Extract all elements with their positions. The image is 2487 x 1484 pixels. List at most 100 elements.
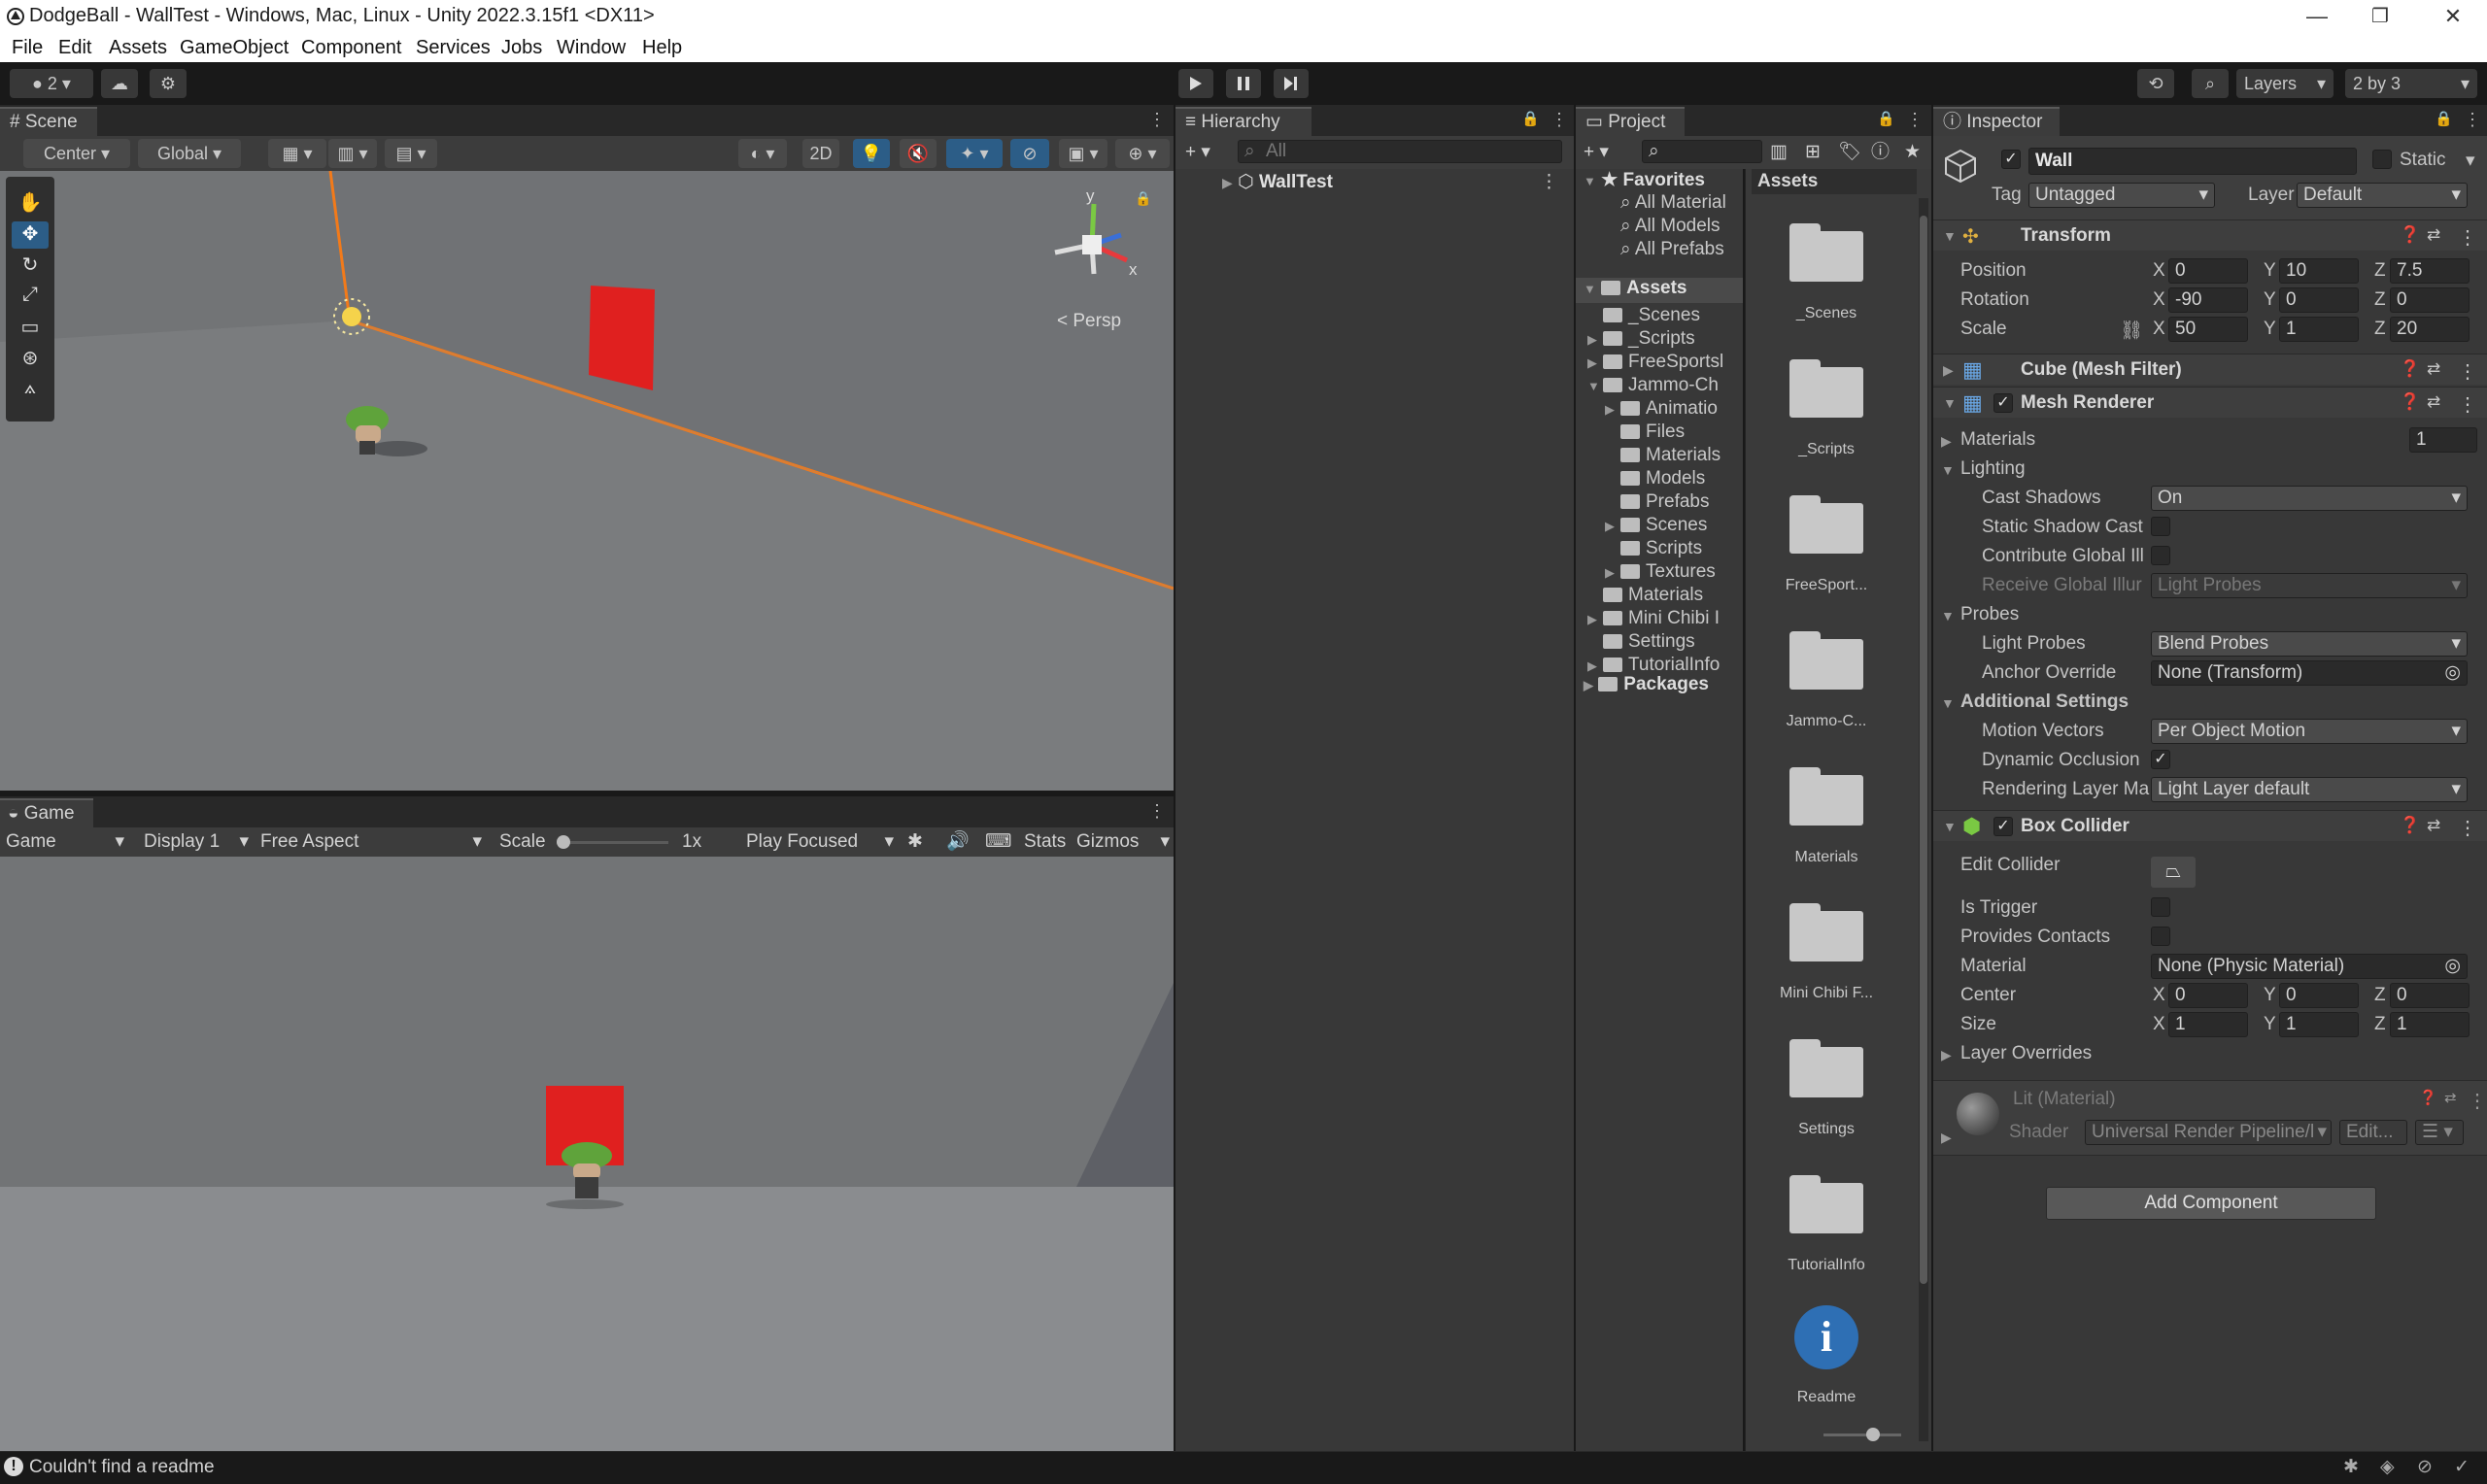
menu-window[interactable]: Window	[557, 37, 626, 59]
size-y-input[interactable]: 1	[2279, 1012, 2359, 1037]
keyboard-icon[interactable]: ⌨	[985, 828, 1011, 856]
box-collider-header[interactable]: ▼ ⬢ ✓ Box Collider ❓ ⇄ ⋮	[1933, 810, 2487, 841]
lock-icon[interactable]: 🔒	[1877, 110, 1895, 127]
static-checkbox[interactable]	[2372, 150, 2392, 169]
game-view-dropdown[interactable]: Game ▾	[6, 828, 128, 856]
scale-slider-handle[interactable]	[557, 835, 570, 849]
add-object-button[interactable]: + ▾	[1185, 139, 1210, 166]
bug-icon[interactable]: ✱	[907, 828, 923, 856]
step-button[interactable]	[1274, 69, 1309, 98]
static-shadow-caster-checkbox[interactable]	[2151, 517, 2170, 536]
layout-dropdown[interactable]: 2 by 3 ▾	[2345, 69, 2477, 98]
help-icon[interactable]: ❓	[2400, 392, 2420, 412]
progress-icon[interactable]: ◈	[2380, 1456, 2395, 1478]
persp-label[interactable]: < Persp	[1057, 311, 1121, 332]
expand-arrow-icon[interactable]: ▶	[1587, 658, 1603, 674]
object-name-input[interactable]: Wall	[2028, 148, 2357, 175]
rotation-z-input[interactable]: 0	[2390, 287, 2470, 313]
asset-grid-breadcrumb[interactable]: Assets	[1752, 169, 1917, 194]
collapse-arrow-icon[interactable]: ▼	[1941, 462, 1955, 478]
add-component-button[interactable]: Add Component	[2046, 1187, 2376, 1220]
rendering-layer-dropdown[interactable]: Light Layer default ▾	[2151, 777, 2468, 802]
asset-folder-icon[interactable]	[1789, 767, 1863, 826]
dynamic-occlusion-checkbox[interactable]: ✓	[2151, 750, 2170, 769]
pivot-dropdown[interactable]: Center ▾	[23, 139, 130, 168]
scene-render[interactable]	[0, 171, 1174, 791]
constrain-proportions-icon[interactable]: ⛓	[2120, 319, 2143, 342]
tag-dropdown[interactable]: Untagged ▾	[2028, 183, 2215, 208]
packages-item[interactable]: ▶ Packages	[1584, 674, 1709, 695]
lock-icon[interactable]: 🔒	[1521, 110, 1540, 127]
lighting-toggle[interactable]: 💡	[853, 139, 890, 168]
pause-button[interactable]	[1226, 69, 1261, 98]
rotation-y-input[interactable]: 0	[2279, 287, 2359, 313]
presets-icon[interactable]: ⇄	[2427, 225, 2440, 245]
menu-component[interactable]: Component	[301, 37, 401, 59]
grid-snap-button[interactable]: ▦ ▾	[268, 139, 326, 168]
menu-file[interactable]: File	[12, 37, 43, 59]
asset-grid-scrollbar[interactable]	[1919, 198, 1928, 1441]
scale-z-input[interactable]: 20	[2390, 317, 2470, 342]
presets-icon[interactable]: ⇄	[2444, 1089, 2457, 1106]
lock-icon[interactable]: 🔒	[2435, 110, 2453, 127]
scale-slider[interactable]	[562, 841, 668, 844]
layers-dropdown[interactable]: Layers ▾	[2236, 69, 2334, 98]
tab-project[interactable]: ▭ Project	[1576, 107, 1685, 136]
camera-button[interactable]: ▣ ▾	[1059, 139, 1107, 168]
favorite-all-materials[interactable]: ⌕ All Material	[1620, 192, 1726, 214]
display-dropdown[interactable]: Display 1 ▾	[144, 828, 253, 856]
history-button[interactable]: ⟲	[2137, 69, 2174, 98]
collapse-arrow-icon[interactable]: ▼	[1587, 379, 1603, 393]
speaker-icon[interactable]: 🔊	[946, 828, 970, 856]
stats-button[interactable]: Stats	[1024, 828, 1066, 856]
chevron-down-icon[interactable]: ▾	[2466, 150, 2475, 172]
center-x-input[interactable]: 0	[2168, 983, 2248, 1008]
asset-tree-item[interactable]: ▶ FreeSportsl	[1587, 352, 1723, 373]
close-button[interactable]: ✕	[2424, 0, 2482, 33]
help-icon[interactable]: ❓	[2400, 816, 2420, 835]
more-options-icon[interactable]: ⋮	[2468, 1089, 2487, 1113]
object-picker-icon[interactable]: ◎	[2444, 955, 2461, 978]
menu-gameobject[interactable]: GameObject	[180, 37, 289, 59]
shader-edit-button[interactable]: Edit...	[2339, 1120, 2407, 1145]
more-options-icon[interactable]: ⋮	[2458, 359, 2477, 384]
status-message[interactable]: Couldn't find a readme	[29, 1457, 215, 1478]
more-options-icon[interactable]: ⋮	[1906, 110, 1924, 130]
tag-icon[interactable]: 🏷	[1838, 139, 1861, 166]
hidden-packages-icon[interactable]: ⓘ	[1871, 139, 1890, 166]
aspect-dropdown[interactable]: Free Aspect ▾	[260, 828, 486, 856]
asset-tree-item[interactable]: Settings	[1587, 631, 1695, 653]
transform-tool-icon[interactable]: ⊛	[12, 346, 49, 373]
lock-icon[interactable]: 🔒	[1135, 190, 1151, 207]
center-z-input[interactable]: 0	[2390, 983, 2470, 1008]
expand-arrow-icon[interactable]: ▶	[1941, 1047, 1952, 1063]
scale-tool-icon[interactable]: ⤢	[12, 284, 49, 311]
align-button[interactable]: ▤ ▾	[385, 139, 437, 168]
tab-game[interactable]: ◒ Game	[0, 798, 93, 827]
asset-tree-item[interactable]: ▶ Textures	[1605, 561, 1716, 583]
center-y-input[interactable]: 0	[2279, 983, 2359, 1008]
favorites-header[interactable]: ▼ ★ Favorites	[1584, 169, 1705, 191]
scene-viewport[interactable]: y x 🔒 < Persp ✋ ✥ ↻ ⤢ ▭ ⊛ ⟑	[0, 171, 1174, 791]
asset-tree-item[interactable]: _Scenes	[1587, 305, 1700, 326]
more-options-icon[interactable]: ⋮	[1148, 110, 1166, 130]
asset-folder-icon[interactable]	[1789, 1175, 1863, 1233]
cast-shadows-dropdown[interactable]: On ▾	[2151, 486, 2468, 511]
hierarchy-scene-item[interactable]: ▶ ⬡ WallTest ⋮	[1222, 171, 1564, 200]
asset-folder-icon[interactable]	[1789, 223, 1863, 282]
increment-snap-button[interactable]: ▥ ▾	[328, 139, 377, 168]
more-options-icon[interactable]: ⋮	[2464, 110, 2481, 130]
object-picker-icon[interactable]: ◎	[2444, 661, 2461, 685]
scrollbar-thumb[interactable]	[1920, 216, 1927, 1284]
more-options-icon[interactable]: ⋮	[1550, 110, 1568, 130]
more-options-icon[interactable]: ⋮	[2458, 816, 2477, 840]
asset-tree-item[interactable]: ▶ Mini Chibi I	[1587, 608, 1720, 629]
more-options-icon[interactable]: ⋮	[1540, 171, 1558, 193]
game-viewport[interactable]	[0, 857, 1174, 1451]
account-button[interactable]: ● 2 ▾	[10, 69, 93, 98]
asset-tree-item[interactable]: Materials	[1605, 445, 1720, 466]
readme-info-icon[interactable]: i	[1794, 1305, 1858, 1369]
cloud-button[interactable]: ☁	[101, 69, 138, 98]
size-x-input[interactable]: 1	[2168, 1012, 2248, 1037]
transform-header[interactable]: ▼ ✣ Transform ❓ ⇄ ⋮	[1933, 219, 2487, 251]
